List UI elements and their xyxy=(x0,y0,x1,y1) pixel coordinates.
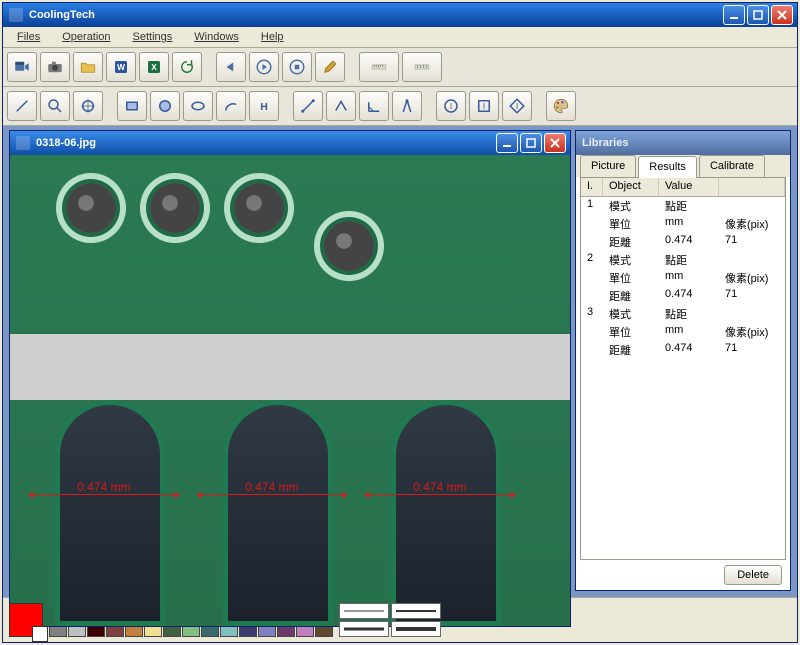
target-tool-icon[interactable] xyxy=(73,91,103,121)
image-maximize-button[interactable] xyxy=(520,133,542,153)
results-row[interactable]: 單位mm像素(pix) xyxy=(581,269,785,287)
toolbar-main: W X xyxy=(3,48,797,87)
scale-icon[interactable] xyxy=(359,52,399,82)
info-circle-icon[interactable]: I xyxy=(436,91,466,121)
tab-calibrate[interactable]: Calibrate xyxy=(699,155,765,177)
menu-windows[interactable]: Windows xyxy=(184,29,249,45)
image-file-icon xyxy=(16,136,30,150)
image-window: 0318-06.jpg 0.474 mm 0.474 mm xyxy=(9,130,571,627)
current-color-indicator[interactable] xyxy=(9,603,43,637)
libraries-tabs: Picture Results Calibrate xyxy=(576,155,790,177)
tab-picture[interactable]: Picture xyxy=(580,155,636,177)
toolbar-tools: H I I I xyxy=(3,87,797,126)
col-object[interactable]: Object xyxy=(603,178,659,196)
results-row[interactable]: 單位mm像素(pix) xyxy=(581,215,785,233)
menu-files[interactable]: Files xyxy=(7,29,50,45)
measurement-1[interactable]: 0.474 mm xyxy=(27,494,187,495)
arc-tool-icon[interactable] xyxy=(216,91,246,121)
measure-tool-icon[interactable] xyxy=(293,91,323,121)
angle-tool-icon[interactable] xyxy=(359,91,389,121)
pen-size-4[interactable] xyxy=(391,621,441,637)
menu-settings[interactable]: Settings xyxy=(123,29,183,45)
results-row[interactable]: 距離0.47471 xyxy=(581,341,785,359)
image-minimize-button[interactable] xyxy=(496,133,518,153)
tab-results[interactable]: Results xyxy=(638,156,697,178)
image-close-button[interactable] xyxy=(544,133,566,153)
results-row[interactable]: 1模式點距 xyxy=(581,197,785,215)
menu-help[interactable]: Help xyxy=(251,29,294,45)
image-canvas[interactable]: 0.474 mm 0.474 mm 0.474 mm xyxy=(10,155,570,626)
pen-size-3[interactable] xyxy=(339,621,389,637)
ellipse-tool-icon[interactable] xyxy=(183,91,213,121)
col-value[interactable]: Value xyxy=(659,178,719,196)
results-list[interactable]: I. Object Value 1模式點距單位mm像素(pix)距離0.4747… xyxy=(580,177,786,560)
calibrate-icon[interactable] xyxy=(402,52,442,82)
measurement-2-label: 0.474 mm xyxy=(245,480,298,494)
measurement-3[interactable]: 0.474 mm xyxy=(363,494,523,495)
svg-text:I: I xyxy=(450,102,452,111)
video-icon[interactable] xyxy=(7,52,37,82)
h-text-tool-icon[interactable]: H xyxy=(249,91,279,121)
menu-operation[interactable]: Operation xyxy=(52,29,120,45)
color-palette-icon[interactable] xyxy=(546,91,576,121)
line-tool-icon[interactable] xyxy=(7,91,37,121)
prev-icon[interactable] xyxy=(216,52,246,82)
svg-text:W: W xyxy=(117,63,125,72)
info-square-icon[interactable]: I xyxy=(469,91,499,121)
measurement-3-label: 0.474 mm xyxy=(413,480,466,494)
libraries-panel: Libraries Picture Results Calibrate I. O… xyxy=(575,130,791,591)
rectangle-tool-icon[interactable] xyxy=(117,91,147,121)
libraries-title: Libraries xyxy=(582,137,628,149)
measurement-1-label: 0.474 mm xyxy=(77,480,130,494)
delete-button[interactable]: Delete xyxy=(724,565,782,585)
camera-icon[interactable] xyxy=(40,52,70,82)
minimize-button[interactable] xyxy=(723,5,745,25)
mdi-client-area: 0318-06.jpg 0.474 mm 0.474 mm xyxy=(3,126,797,597)
results-row[interactable]: 2模式點距 xyxy=(581,251,785,269)
results-row[interactable]: 距離0.47471 xyxy=(581,233,785,251)
svg-text:I: I xyxy=(516,102,518,111)
folder-icon[interactable] xyxy=(73,52,103,82)
app-window: CoolingTech Files Operation Settings Win… xyxy=(2,2,798,643)
excel-icon[interactable]: X xyxy=(139,52,169,82)
stop-icon[interactable] xyxy=(282,52,312,82)
image-window-titlebar[interactable]: 0318-06.jpg xyxy=(10,131,570,155)
col-value2[interactable] xyxy=(719,178,785,196)
svg-text:H: H xyxy=(260,101,268,113)
pen-size-2[interactable] xyxy=(391,603,441,619)
maximize-button[interactable] xyxy=(747,5,769,25)
results-row[interactable]: 距離0.47471 xyxy=(581,287,785,305)
app-icon xyxy=(9,8,23,22)
compass-tool-icon[interactable] xyxy=(392,91,422,121)
results-row[interactable]: 單位mm像素(pix) xyxy=(581,323,785,341)
libraries-button-row: Delete xyxy=(576,560,790,590)
play-icon[interactable] xyxy=(249,52,279,82)
svg-text:I: I xyxy=(483,102,485,111)
app-title: CoolingTech xyxy=(29,9,95,21)
results-header: I. Object Value xyxy=(581,178,785,197)
close-button[interactable] xyxy=(771,5,793,25)
pcb-image xyxy=(10,155,570,626)
circle-tool-icon[interactable] xyxy=(150,91,180,121)
measure2-tool-icon[interactable] xyxy=(326,91,356,121)
col-index[interactable]: I. xyxy=(581,178,603,196)
zoom-tool-icon[interactable] xyxy=(40,91,70,121)
app-titlebar[interactable]: CoolingTech xyxy=(3,3,797,27)
word-icon[interactable]: W xyxy=(106,52,136,82)
libraries-titlebar[interactable]: Libraries xyxy=(576,131,790,155)
results-row[interactable]: 3模式點距 xyxy=(581,305,785,323)
pen-size-1[interactable] xyxy=(339,603,389,619)
refresh-icon[interactable] xyxy=(172,52,202,82)
image-window-title: 0318-06.jpg xyxy=(36,137,96,149)
svg-text:X: X xyxy=(151,63,157,72)
menu-bar: Files Operation Settings Windows Help xyxy=(3,27,797,48)
info-diamond-icon[interactable]: I xyxy=(502,91,532,121)
measurement-2[interactable]: 0.474 mm xyxy=(195,494,355,495)
settings-icon[interactable] xyxy=(315,52,345,82)
